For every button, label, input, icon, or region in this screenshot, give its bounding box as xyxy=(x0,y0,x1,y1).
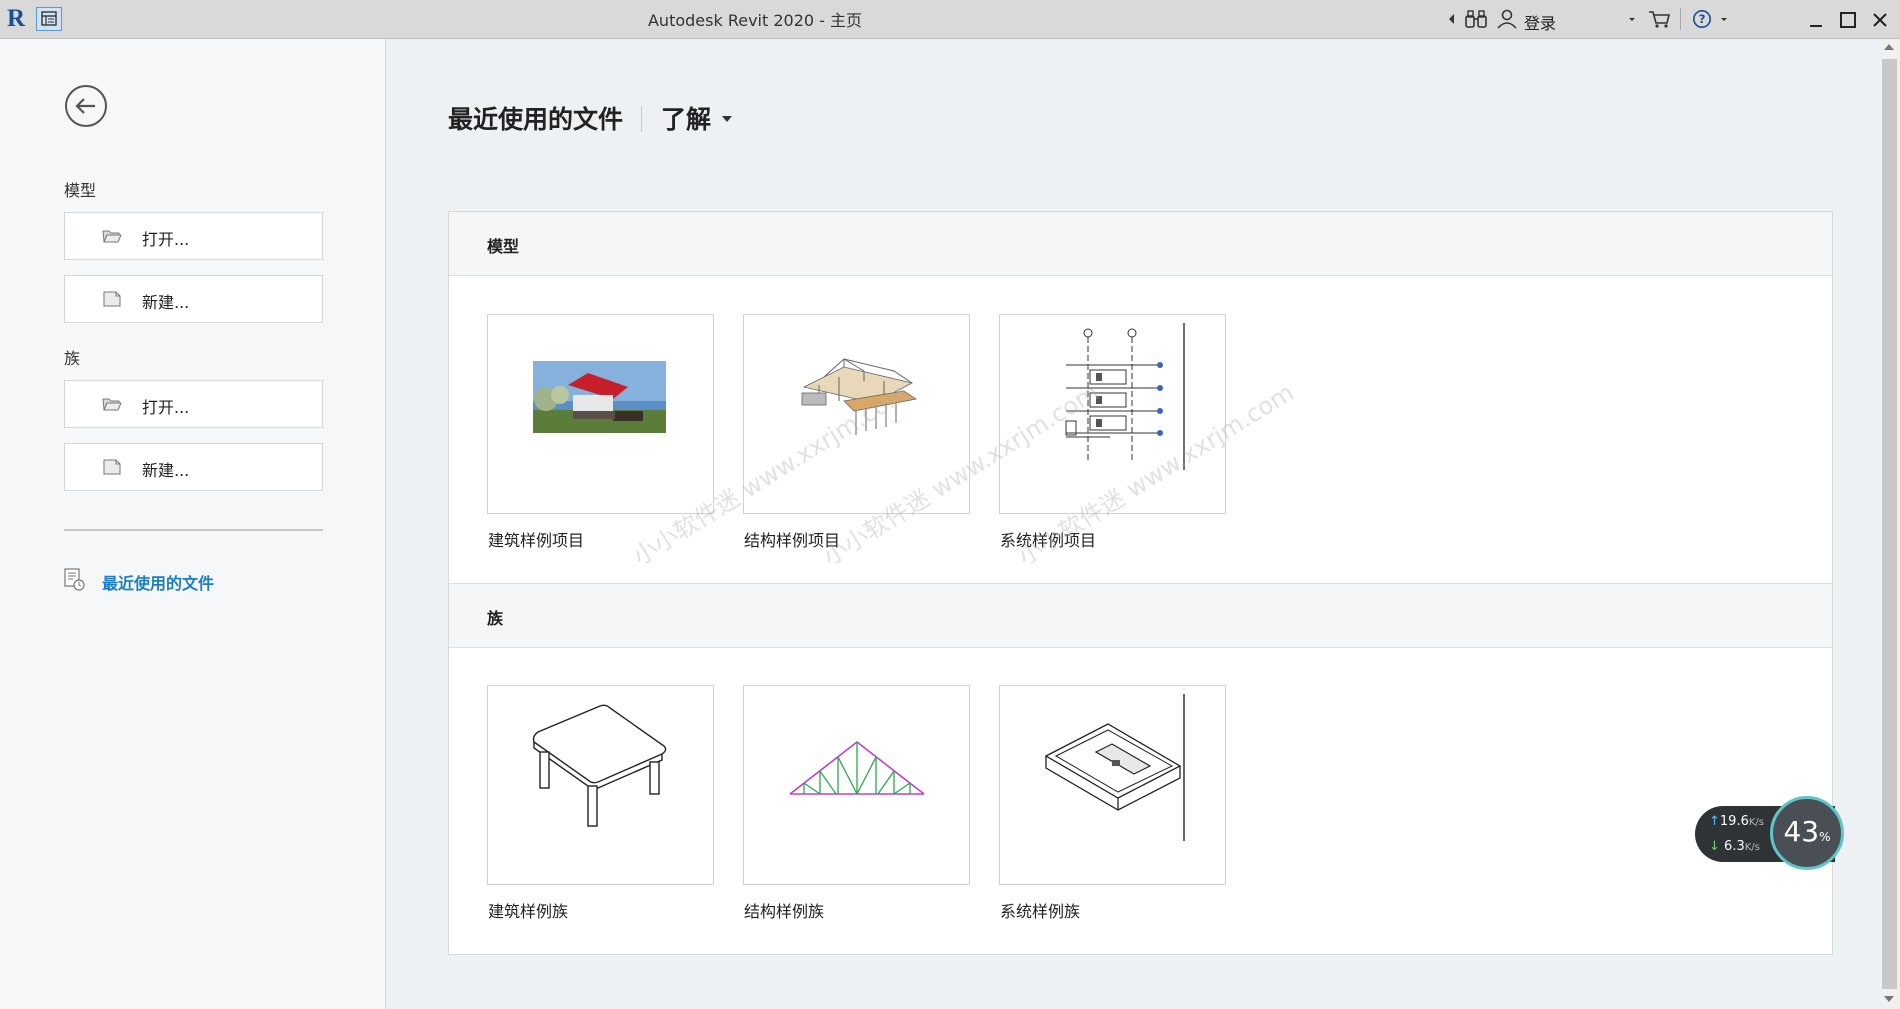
new-family-label: 新建... xyxy=(142,461,190,480)
close-icon[interactable] xyxy=(1870,10,1890,30)
signin-dropdown-icon[interactable] xyxy=(1627,9,1637,29)
systems-family-caption: 系统样例族 xyxy=(1000,902,1081,921)
architecture-family-thumbnail xyxy=(487,685,714,885)
models-section-label: 模型 xyxy=(64,181,97,200)
back-button[interactable] xyxy=(65,85,107,127)
new-family-button[interactable]: 新建... xyxy=(64,443,323,491)
models-section-title: 模型 xyxy=(487,237,520,256)
truss-drawing-image xyxy=(789,740,925,795)
scroll-up-arrow-icon[interactable] xyxy=(1884,44,1894,50)
titlebar-separator xyxy=(1680,8,1681,30)
scroll-down-arrow-icon[interactable] xyxy=(1884,996,1894,1002)
help-icon[interactable]: ? xyxy=(1691,9,1713,29)
tab-recent-files[interactable]: 最近使用的文件 xyxy=(448,100,623,136)
new-model-button[interactable]: 新建... xyxy=(64,275,323,323)
download-value: 6.3 xyxy=(1724,839,1745,854)
tab-separator xyxy=(641,106,642,132)
architecture-project-thumbnail xyxy=(487,314,714,514)
families-section-header: 族 xyxy=(449,583,1832,648)
memory-usage-circle[interactable]: 43% xyxy=(1770,796,1844,870)
percent-value: 43 xyxy=(1783,815,1820,848)
user-icon[interactable] xyxy=(1496,9,1518,29)
open-model-label: 打开... xyxy=(142,230,190,249)
percent-sign: % xyxy=(1819,830,1831,844)
house-render-image xyxy=(533,361,666,433)
systems-family-thumbnail xyxy=(999,685,1226,885)
sidebar-divider xyxy=(64,529,323,531)
arrow-down-icon: ↓ xyxy=(1709,839,1720,854)
structural-family-thumbnail xyxy=(743,685,970,885)
upload-speed: ↑19.6K/s xyxy=(1709,814,1764,829)
structural-project-thumbnail xyxy=(743,314,970,514)
new-document-icon xyxy=(103,291,121,307)
panel-drawing-image xyxy=(1044,694,1185,841)
maximize-icon[interactable] xyxy=(1838,10,1858,30)
structure-render-image xyxy=(801,358,918,435)
arrow-up-icon: ↑ xyxy=(1709,814,1720,829)
arrow-left-icon xyxy=(75,98,95,114)
recent-files-icon xyxy=(64,568,85,591)
chevron-down-icon[interactable] xyxy=(722,116,732,122)
download-unit: K/s xyxy=(1744,842,1760,853)
window-title: Autodesk Revit 2020 - 主页 xyxy=(647,11,863,30)
families-section-title: 族 xyxy=(487,609,504,628)
minimize-icon[interactable] xyxy=(1806,10,1826,30)
folder-open-icon xyxy=(102,230,122,243)
signin-label[interactable]: 登录 xyxy=(1524,10,1556,34)
systems-project-thumbnail xyxy=(999,314,1226,514)
help-dropdown-icon[interactable] xyxy=(1719,9,1729,29)
recent-files-label: 最近使用的文件 xyxy=(102,574,215,593)
upload-unit: K/s xyxy=(1748,817,1764,828)
tab-learn[interactable]: 了解 xyxy=(661,100,711,136)
title-bar: R Autodesk Revit 2020 - 主页 登录 ? xyxy=(0,0,1900,39)
svg-text:?: ? xyxy=(1699,12,1706,26)
folder-open-icon xyxy=(102,398,122,411)
architecture-project-caption: 建筑样例项目 xyxy=(488,531,585,550)
left-panel: 模型 打开... 新建... 族 打开... 新建... 最近使用的文件 xyxy=(0,39,386,1009)
models-section-header: 模型 xyxy=(449,212,1832,276)
table-drawing-image xyxy=(532,704,667,827)
structural-project-caption: 结构样例项目 xyxy=(744,531,841,550)
recent-files-panel: 模型 建筑样例项目 结构样例项目 系统样例项目 族 建筑样例族 结构样例族 系统… xyxy=(448,211,1833,955)
new-document-icon xyxy=(103,459,121,475)
chevron-left-icon[interactable] xyxy=(1448,9,1456,29)
open-family-label: 打开... xyxy=(142,398,190,417)
open-family-button[interactable]: 打开... xyxy=(64,380,323,428)
scrollbar-thumb[interactable] xyxy=(1882,59,1897,989)
systems-project-caption: 系统样例项目 xyxy=(1000,531,1097,550)
architecture-family-caption: 建筑样例族 xyxy=(488,902,569,921)
structural-family-caption: 结构样例族 xyxy=(744,902,825,921)
cart-icon[interactable] xyxy=(1648,9,1670,29)
vertical-scrollbar[interactable] xyxy=(1879,39,1900,1009)
memory-usage-percent: 43% xyxy=(1773,815,1841,848)
systems-drawing-image xyxy=(1065,323,1185,470)
upload-value: 19.6 xyxy=(1719,814,1749,829)
binoculars-icon[interactable] xyxy=(1464,9,1488,29)
download-speed: ↓ 6.3K/s xyxy=(1709,839,1760,854)
open-model-button[interactable]: 打开... xyxy=(64,212,323,260)
families-section-label: 族 xyxy=(64,349,81,368)
new-model-label: 新建... xyxy=(142,293,190,312)
